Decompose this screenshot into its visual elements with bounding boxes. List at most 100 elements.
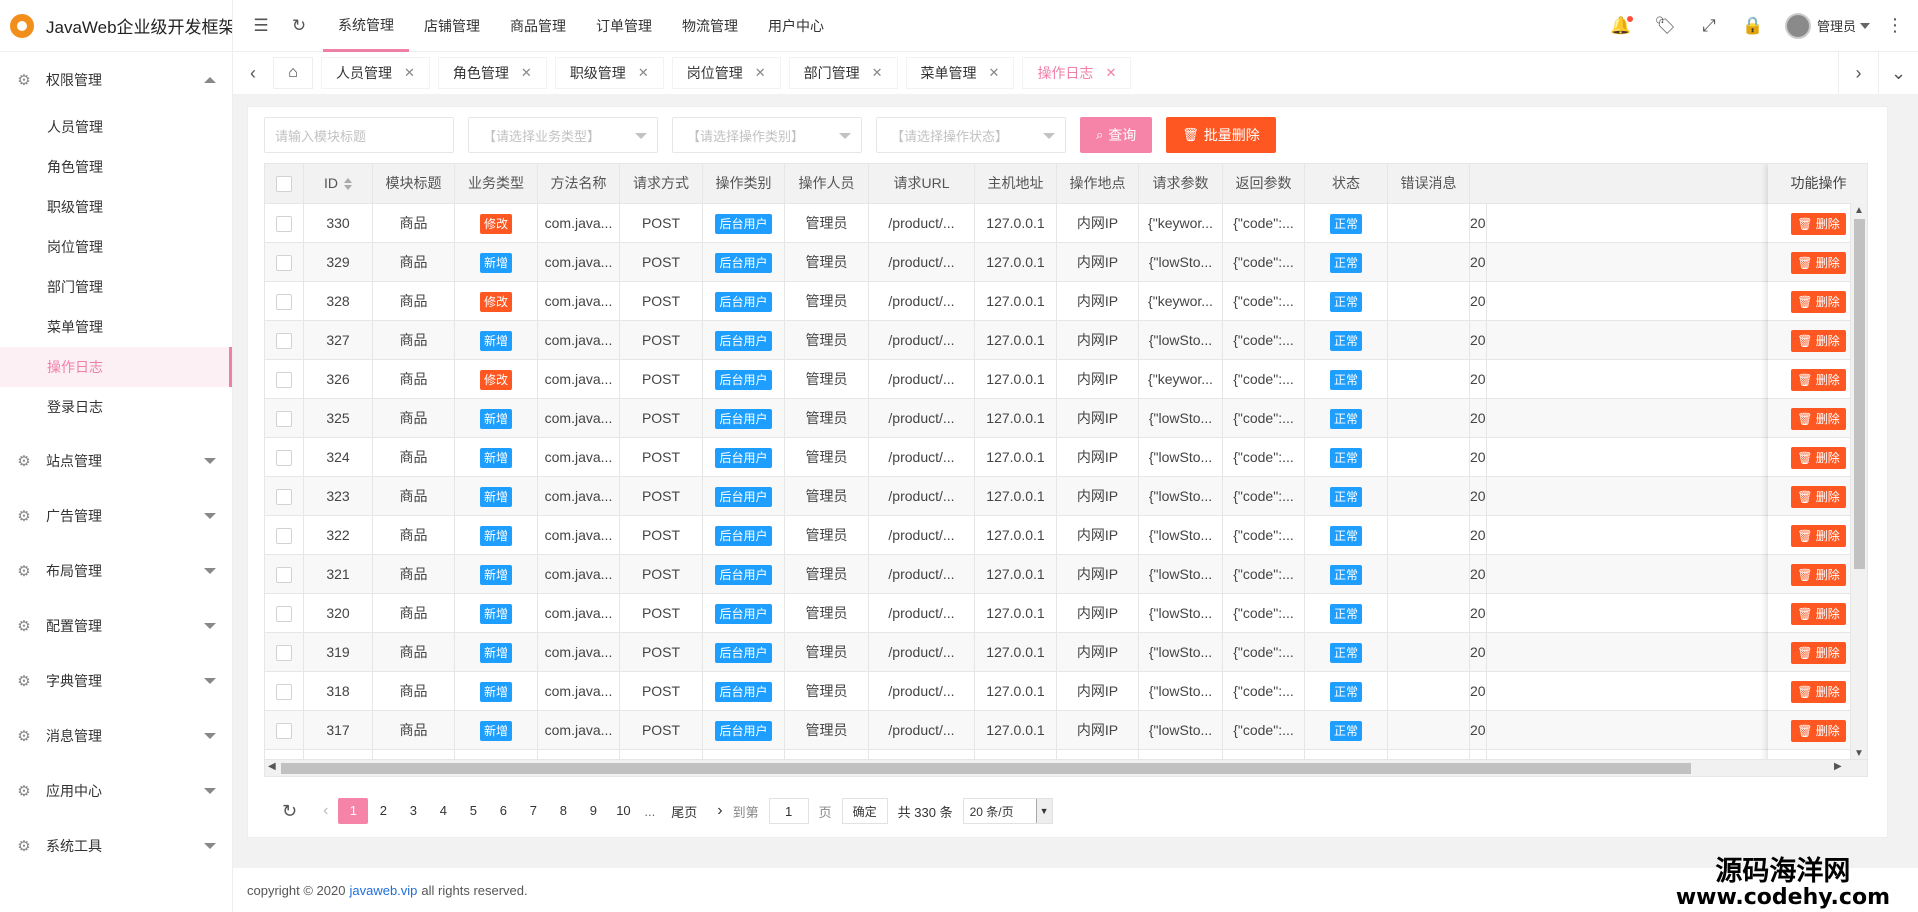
- search-button[interactable]: ⌕ 查询: [1080, 117, 1153, 153]
- table-row[interactable]: 330 商品 修改 com.java... POST 后台用户 管理员/product/..…: [265, 203, 1867, 243]
- page-number-2[interactable]: 2: [368, 798, 398, 824]
- delete-button[interactable]: 🗑 删除: [1791, 525, 1846, 548]
- page-number-9[interactable]: 9: [578, 798, 608, 824]
- horizontal-scrollbar[interactable]: ◀ ▶: [265, 759, 1867, 776]
- avatar[interactable]: [1784, 12, 1811, 39]
- close-icon[interactable]: ✕: [638, 65, 649, 81]
- nav-item-0[interactable]: 系统管理: [323, 0, 409, 52]
- sidebar-group-4[interactable]: ⚙ 配置管理: [0, 598, 232, 653]
- table-row[interactable]: 323 商品 新增 com.java... POST 后台用户 管理员/product/..…: [265, 476, 1867, 516]
- vertical-scroll-thumb[interactable]: [1854, 219, 1865, 569]
- row-checkbox[interactable]: [276, 489, 292, 506]
- tab-4[interactable]: 部门管理 ✕: [788, 57, 898, 89]
- tab-scroll-right-icon[interactable]: ›: [1838, 52, 1878, 94]
- close-icon[interactable]: ✕: [989, 65, 1000, 81]
- tab-menu-chevron-icon[interactable]: ⌄: [1878, 52, 1918, 94]
- nav-item-1[interactable]: 店铺管理: [409, 0, 495, 52]
- row-checkbox[interactable]: [276, 255, 292, 272]
- tab-scroll-left-icon[interactable]: ‹: [233, 52, 273, 94]
- scroll-right-icon[interactable]: ▶: [1834, 761, 1842, 772]
- page-number-6[interactable]: 6: [488, 798, 518, 824]
- lock-icon[interactable]: 🔒: [1741, 14, 1765, 38]
- page-size-select[interactable]: 20 条/页 ▼: [962, 798, 1053, 824]
- more-vertical-icon[interactable]: ⋮: [1886, 15, 1904, 36]
- table-row[interactable]: 325 商品 新增 com.java... POST 后台用户 管理员/product/..…: [265, 398, 1867, 438]
- scroll-down-icon[interactable]: ▼: [1854, 748, 1864, 759]
- delete-button[interactable]: 🗑 删除: [1791, 330, 1846, 353]
- row-checkbox[interactable]: [276, 333, 292, 350]
- tab-1[interactable]: 角色管理 ✕: [437, 57, 547, 89]
- table-row[interactable]: 324 商品 新增 com.java... POST 后台用户 管理员/product/..…: [265, 437, 1867, 477]
- delete-button[interactable]: 🗑 删除: [1791, 564, 1846, 587]
- table-row[interactable]: 329 商品 新增 com.java... POST 后台用户 管理员/product/..…: [265, 242, 1867, 282]
- table-row[interactable]: 322 商品 新增 com.java... POST 后台用户 管理员/product/..…: [265, 515, 1867, 555]
- table-row[interactable]: 327 商品 新增 com.java... POST 后台用户 管理员/product/..…: [265, 320, 1867, 360]
- tab-6[interactable]: 操作日志 ✕: [1022, 57, 1132, 89]
- close-icon[interactable]: ✕: [872, 65, 883, 81]
- page-number-7[interactable]: 7: [518, 798, 548, 824]
- scroll-up-icon[interactable]: ▲: [1854, 205, 1864, 216]
- row-checkbox[interactable]: [276, 567, 292, 584]
- sidebar-item-7[interactable]: 登录日志: [0, 387, 232, 427]
- footer-link[interactable]: javaweb.vip: [349, 883, 417, 898]
- scroll-left-icon[interactable]: ◀: [268, 761, 276, 772]
- delete-button[interactable]: 🗑 删除: [1791, 369, 1846, 392]
- page-number-8[interactable]: 8: [548, 798, 578, 824]
- biz-type-select[interactable]: 【请选择业务类型】: [468, 117, 658, 153]
- sidebar-item-6[interactable]: 操作日志: [0, 347, 232, 387]
- close-icon[interactable]: ✕: [521, 65, 532, 81]
- nav-item-2[interactable]: 商品管理: [495, 0, 581, 52]
- op-type-select[interactable]: 【请选择操作类别】: [672, 117, 862, 153]
- close-icon[interactable]: ✕: [404, 65, 415, 81]
- page-number-3[interactable]: 3: [398, 798, 428, 824]
- row-checkbox[interactable]: [276, 684, 292, 701]
- delete-button[interactable]: 🗑 删除: [1791, 603, 1846, 626]
- delete-button[interactable]: 🗑 删除: [1791, 720, 1846, 743]
- row-checkbox[interactable]: [276, 294, 292, 311]
- close-icon[interactable]: ✕: [1105, 65, 1116, 81]
- home-icon[interactable]: ⌂: [273, 57, 313, 89]
- bell-icon[interactable]: 🔔: [1609, 14, 1633, 38]
- tab-0[interactable]: 人员管理 ✕: [321, 57, 430, 89]
- batch-delete-button[interactable]: 🗑 批量删除: [1166, 117, 1276, 153]
- delete-button[interactable]: 🗑 删除: [1791, 681, 1846, 704]
- sidebar-item-4[interactable]: 部门管理: [0, 267, 232, 307]
- row-checkbox[interactable]: [276, 450, 292, 467]
- sidebar-group-6[interactable]: ⚙ 消息管理: [0, 708, 232, 763]
- nav-item-4[interactable]: 物流管理: [667, 0, 753, 52]
- sidebar-group-3[interactable]: ⚙ 布局管理: [0, 543, 232, 598]
- fullscreen-icon[interactable]: ⤢: [1697, 14, 1721, 38]
- prev-page-icon[interactable]: ‹: [323, 802, 328, 820]
- chevron-down-icon[interactable]: [1860, 22, 1870, 29]
- tag-icon[interactable]: 🏷: [1653, 14, 1677, 38]
- title-search-input[interactable]: 请输入模块标题: [264, 117, 454, 153]
- page-number-1[interactable]: 1: [338, 798, 369, 824]
- row-checkbox[interactable]: [276, 528, 292, 545]
- close-icon[interactable]: ✕: [755, 65, 766, 81]
- row-checkbox[interactable]: [276, 723, 292, 740]
- op-status-select[interactable]: 【请选择操作状态】: [876, 117, 1066, 153]
- sidebar-item-1[interactable]: 角色管理: [0, 147, 232, 187]
- sort-icon[interactable]: [344, 178, 352, 191]
- table-row[interactable]: 328 商品 修改 com.java... POST 后台用户 管理员/product/..…: [265, 281, 1867, 321]
- sidebar-group-5[interactable]: ⚙ 字典管理: [0, 653, 232, 708]
- logo[interactable]: JavaWeb企业级开发框架: [0, 0, 232, 52]
- confirm-jump-button[interactable]: 确定: [841, 798, 888, 824]
- sidebar-group-0[interactable]: ⚙ 权限管理: [0, 52, 232, 107]
- page-number-4[interactable]: 4: [428, 798, 458, 824]
- vertical-scrollbar[interactable]: ▲ ▼: [1850, 203, 1867, 761]
- table-row[interactable]: 326 商品 修改 com.java... POST 后台用户 管理员/product/..…: [265, 359, 1867, 399]
- page-number-5[interactable]: 5: [458, 798, 488, 824]
- row-checkbox[interactable]: [276, 216, 292, 233]
- tab-3[interactable]: 岗位管理 ✕: [671, 57, 781, 89]
- sidebar-item-0[interactable]: 人员管理: [0, 107, 232, 147]
- delete-button[interactable]: 🗑 删除: [1791, 408, 1846, 431]
- delete-button[interactable]: 🗑 删除: [1791, 486, 1846, 509]
- sidebar-group-7[interactable]: ⚙ 应用中心: [0, 763, 232, 818]
- nav-item-3[interactable]: 订单管理: [581, 0, 667, 52]
- select-all-checkbox[interactable]: [276, 176, 292, 193]
- table-refresh-icon[interactable]: ↻: [282, 801, 297, 822]
- page-jump-input[interactable]: 1: [768, 798, 809, 824]
- table-row[interactable]: 319 商品 新增 com.java... POST 后台用户 管理员/product/..…: [265, 632, 1867, 672]
- user-name[interactable]: 管理员: [1817, 16, 1856, 35]
